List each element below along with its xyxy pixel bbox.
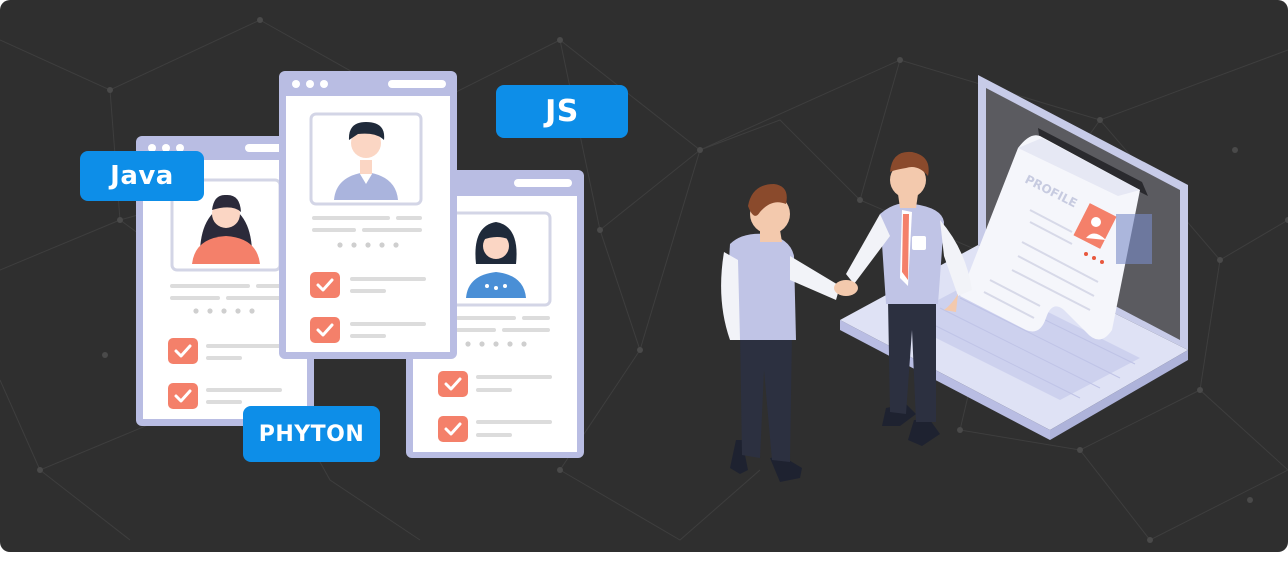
illustration: PROFILE [136,71,1188,482]
resume-card-middle [279,71,457,359]
python-tag: PHYTON [243,406,380,462]
java-tag: Java [80,151,204,201]
check-icon [436,369,470,399]
handshake-icon [834,280,858,296]
check-icon [308,270,342,300]
check-icon [308,315,342,345]
hero-banner: PROFILE Java JS PHYTON [0,0,1288,552]
check-icon [166,381,200,411]
js-tag: JS [496,85,628,138]
check-icon [166,336,200,366]
check-icon [436,414,470,444]
businessman-left-icon [721,184,840,482]
